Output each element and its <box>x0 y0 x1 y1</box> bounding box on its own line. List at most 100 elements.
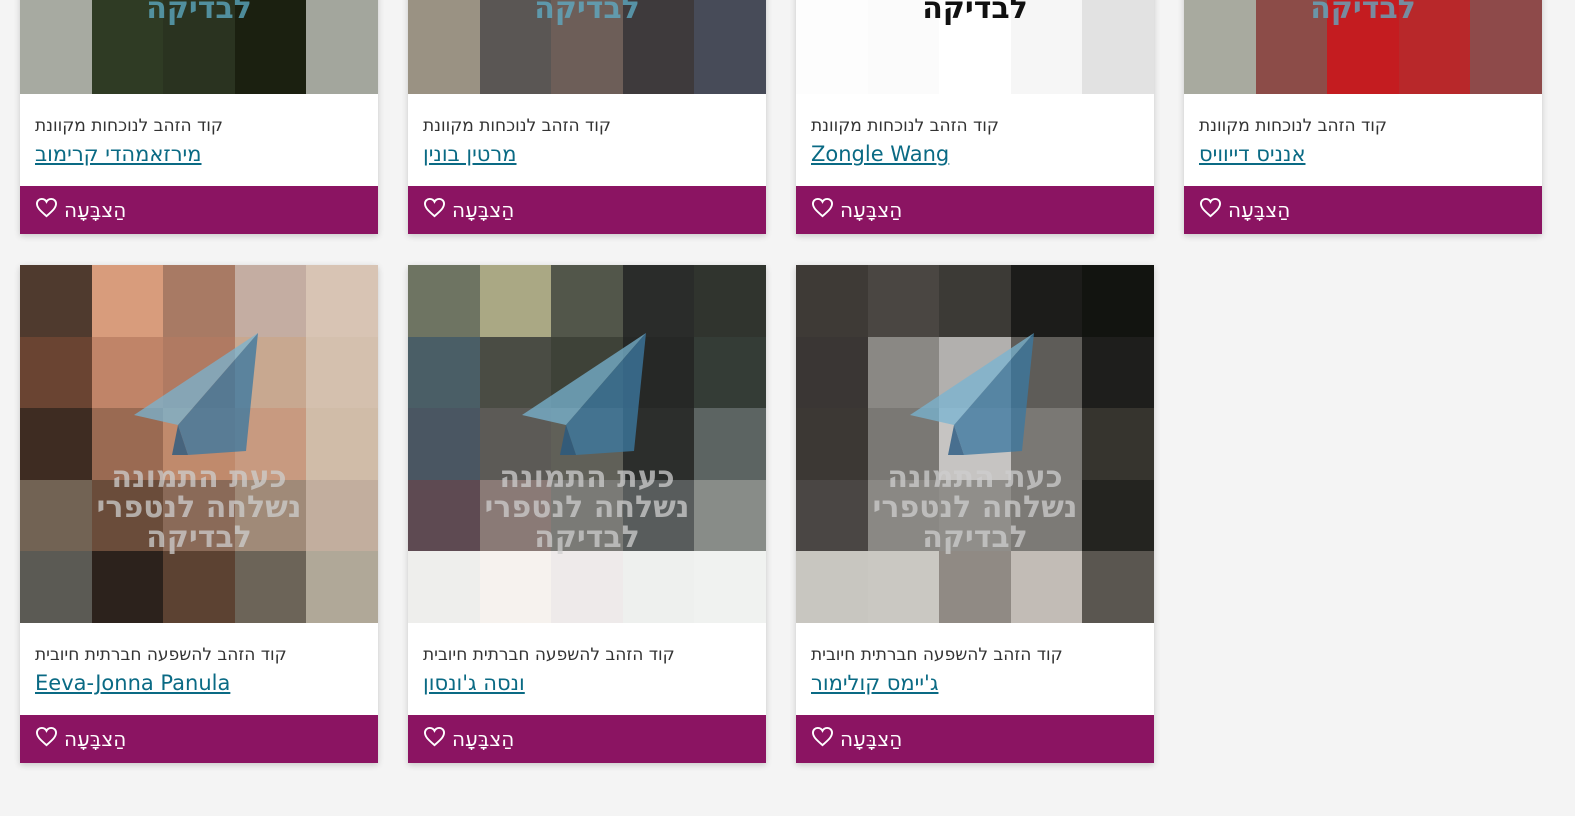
thumbnail-tile <box>91 22 164 94</box>
thumbnail-tile <box>91 408 164 480</box>
thumbnail-tile <box>622 336 695 409</box>
vote-label: הַצבָּעָה <box>840 198 903 222</box>
contest-card: כעת התמונה נשלחה לנטפרי לבדיקה קוד הזהב לה… <box>20 265 378 763</box>
thumbnail-tile <box>20 336 92 409</box>
thumbnail-tile <box>939 265 1011 337</box>
thumbnail-tile <box>939 22 1011 94</box>
thumbnail-tile <box>91 0 164 23</box>
vote-button[interactable]: הַצבָּעָה <box>20 186 378 234</box>
thumbnail-tile <box>163 0 235 23</box>
thumbnail-tile <box>306 551 378 623</box>
card-info: קוד הזהב לנוכחות מקוונת אנניס דייוויס <box>1184 94 1542 186</box>
category-label: קוד הזהב להשפעה חברתית חיובית <box>35 645 287 665</box>
thumbnail-tile <box>796 479 868 552</box>
thumbnail-tile <box>163 336 235 409</box>
heart-icon <box>811 726 840 752</box>
card-info: קוד הזהב לנוכחות מקוונת מירזאמהדי קרימוב <box>20 94 378 186</box>
thumbnail-tile <box>20 479 92 552</box>
category-label: קוד הזהב להשפעה חברתית חיובית <box>811 645 1063 665</box>
thumbnail-tile <box>408 551 480 623</box>
entry-thumbnail[interactable]: לבדיקה <box>408 0 766 94</box>
contest-card: לבדיקה קוד הזהב לנוכחות מקוונת מרטין בונ… <box>408 0 766 234</box>
entrant-name-link[interactable]: Zongle Wang <box>811 142 949 166</box>
entry-thumbnail[interactable]: לבדיקה <box>796 0 1154 94</box>
entry-thumbnail[interactable]: כעת התמונה נשלחה לנטפרי לבדיקה <box>20 265 378 623</box>
vote-button[interactable]: הַצבָּעָה <box>796 715 1154 763</box>
vote-button[interactable]: הַצבָּעָה <box>20 715 378 763</box>
contest-card: כעת התמונה נשלחה לנטפרי לבדיקה קוד הזהב לה… <box>796 265 1154 763</box>
thumbnail-tile <box>20 0 92 23</box>
thumbnail-tile <box>796 22 868 94</box>
thumbnail-tile <box>796 336 868 409</box>
thumbnail-tile <box>306 336 378 409</box>
vote-button[interactable]: הַצבָּעָה <box>408 186 766 234</box>
thumbnail-tile <box>1010 265 1083 337</box>
contest-card: לבדיקה קוד הזהב לנוכחות מקוונת אנניס דיי… <box>1184 0 1542 234</box>
thumbnail-tile <box>234 336 307 409</box>
thumbnail-tile <box>867 0 940 23</box>
thumbnail-tile <box>408 408 480 480</box>
entry-thumbnail[interactable]: כעת התמונה נשלחה לנטפרי לבדיקה <box>408 265 766 623</box>
thumbnail-tile <box>408 265 480 337</box>
entrant-name-link[interactable]: ונסה ג'ונסון <box>423 671 525 695</box>
thumbnail-tile <box>91 265 164 337</box>
thumbnail-tile <box>479 408 552 480</box>
vote-button[interactable]: הַצבָּעָה <box>796 186 1154 234</box>
thumbnail-tile <box>694 479 766 552</box>
thumbnail-tile <box>234 22 307 94</box>
vote-button[interactable]: הַצבָּעָה <box>408 715 766 763</box>
thumbnail-tile <box>694 336 766 409</box>
thumbnail-tile <box>234 408 307 480</box>
thumbnail-tile <box>1010 479 1083 552</box>
thumbnail-tile <box>479 0 552 23</box>
entrant-name-link[interactable]: מירזאמהדי קרימוב <box>35 142 202 166</box>
category-label: קוד הזהב לנוכחות מקוונת <box>811 116 999 136</box>
thumbnail-tile <box>479 336 552 409</box>
thumbnail-tile <box>1082 479 1154 552</box>
thumbnail-tile <box>551 22 623 94</box>
thumbnail-tile <box>20 551 92 623</box>
entry-thumbnail[interactable]: לבדיקה <box>1184 0 1542 94</box>
entry-thumbnail[interactable]: לבדיקה <box>20 0 378 94</box>
thumbnail-tile <box>939 336 1011 409</box>
entrant-name-link[interactable]: מרטין בונין <box>423 142 517 166</box>
contest-card: לבדיקה קוד הזהב לנוכחות מקוונת מירזאמהדי… <box>20 0 378 234</box>
entrant-name-link[interactable]: ג'יימס קולימור <box>811 671 938 695</box>
entrant-name-link[interactable]: אנניס דייוויס <box>1199 142 1305 166</box>
category-label: קוד הזהב לנוכחות מקוונת <box>35 116 223 136</box>
vote-label: הַצבָּעָה <box>1228 198 1291 222</box>
thumbnail-tile <box>20 265 92 337</box>
entrant-name-link[interactable]: Eeva-Jonna Panula <box>35 671 230 695</box>
category-label: קוד הזהב לנוכחות מקוונת <box>1199 116 1387 136</box>
vote-button[interactable]: הַצבָּעָה <box>1184 186 1542 234</box>
thumbnail-tile <box>1082 408 1154 480</box>
thumbnail-tile <box>551 408 623 480</box>
thumbnail-tile <box>622 265 695 337</box>
thumbnail-tile <box>622 0 695 23</box>
thumbnail-tile <box>1327 0 1399 23</box>
thumbnail-tile <box>1082 551 1154 623</box>
thumbnail-tile <box>551 0 623 23</box>
thumbnail-tile <box>163 22 235 94</box>
thumbnail-tile <box>234 0 307 23</box>
thumbnail-tile <box>694 22 766 94</box>
thumbnail-tile <box>1184 22 1256 94</box>
heart-icon <box>35 197 64 223</box>
thumbnail-tile <box>163 408 235 480</box>
entry-thumbnail[interactable]: כעת התמונה נשלחה לנטפרי לבדיקה <box>796 265 1154 623</box>
thumbnail-tile <box>91 479 164 552</box>
thumbnail-tile <box>234 479 307 552</box>
thumbnail-tile <box>796 408 868 480</box>
card-info: קוד הזהב לנוכחות מקוונת Zongle Wang <box>796 94 1154 186</box>
thumbnail-tile <box>408 479 480 552</box>
thumbnail-tile <box>408 22 480 94</box>
thumbnail-tile <box>939 479 1011 552</box>
heart-icon <box>1199 197 1228 223</box>
thumbnail-tile <box>479 265 552 337</box>
thumbnail-tile <box>694 0 766 23</box>
thumbnail-tile <box>867 408 940 480</box>
thumbnail-tile <box>479 22 552 94</box>
heart-icon <box>423 726 452 752</box>
heart-icon <box>35 726 64 752</box>
thumbnail-tile <box>1010 22 1083 94</box>
